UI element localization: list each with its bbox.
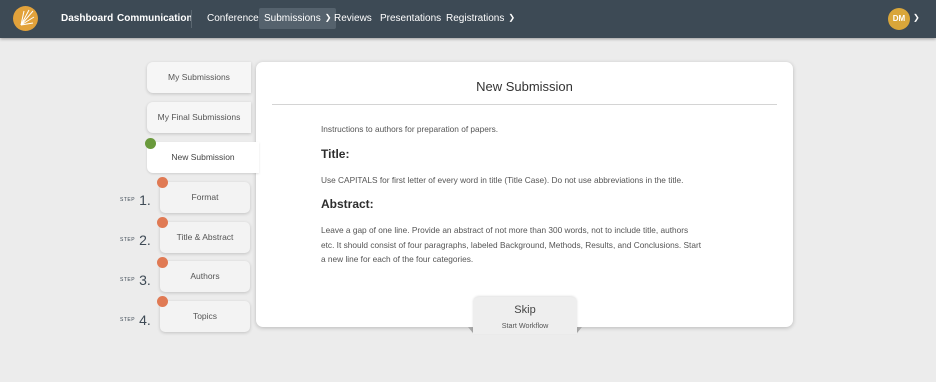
title-divider: [272, 104, 777, 105]
step-status-dot: [157, 296, 168, 307]
step-3-label: STEP 3.: [120, 271, 151, 288]
abstract-instructions-line-2: etc. It should consist of four paragraph…: [321, 240, 702, 250]
skip-button[interactable]: Skip Start Workflow: [473, 297, 577, 334]
abstract-instructions-line-1: Leave a gap of one line. Provide an abst…: [321, 225, 689, 235]
chevron-down-icon: ❯: [508, 13, 516, 22]
nav-communication[interactable]: Communication: [117, 8, 193, 29]
nav-conference[interactable]: Conference: [207, 8, 259, 29]
tab-my-final-submissions[interactable]: My Final Submissions: [147, 102, 251, 133]
step-authors[interactable]: Authors: [160, 261, 250, 292]
nav-submissions[interactable]: Submissions ❯: [259, 8, 337, 29]
abstract-instructions-line-3: a new line for each of the four categori…: [321, 254, 474, 264]
step-status-dot: [157, 217, 168, 228]
nav-registrations[interactable]: Registrations ❯: [446, 8, 515, 29]
avatar[interactable]: DM: [888, 8, 910, 30]
nav-presentations[interactable]: Presentations: [380, 8, 441, 29]
active-indicator-dot: [145, 138, 156, 149]
step-title-abstract[interactable]: Title & Abstract: [160, 222, 250, 253]
logo-icon[interactable]: [13, 6, 38, 31]
step-status-dot: [157, 177, 168, 188]
tab-new-submission[interactable]: New Submission: [147, 142, 259, 173]
step-topics[interactable]: Topics: [160, 301, 250, 332]
skip-fold-right: [577, 327, 582, 333]
step-status-dot: [157, 257, 168, 268]
skip-label: Skip: [514, 304, 536, 316]
step-2-label: STEP 2.: [120, 231, 151, 248]
nav-dashboard[interactable]: Dashboard: [61, 8, 113, 29]
step-1-label: STEP 1.: [120, 191, 151, 208]
skip-sublabel: Start Workflow: [501, 321, 549, 330]
nav-separator: [191, 10, 192, 28]
title-heading: Title:: [321, 147, 350, 161]
top-navbar: Dashboard Communication Conference Submi…: [0, 0, 936, 38]
abstract-heading: Abstract:: [321, 197, 374, 211]
submission-card: New Submission Instructions to authors f…: [256, 62, 793, 327]
page-title: New Submission: [476, 79, 573, 94]
instructions-intro: Instructions to authors for preparation …: [321, 124, 499, 134]
tab-my-submissions[interactable]: My Submissions: [147, 62, 251, 93]
step-4-label: STEP 4.: [120, 311, 151, 328]
step-format[interactable]: Format: [160, 182, 250, 213]
nav-submissions-label: Submissions: [264, 13, 321, 24]
chevron-down-icon: ❯: [324, 13, 332, 22]
chevron-down-icon[interactable]: ❯: [913, 13, 920, 22]
title-instructions: Use CAPITALS for first letter of every w…: [321, 175, 684, 185]
nav-reviews[interactable]: Reviews: [334, 8, 372, 29]
nav-registrations-label: Registrations: [446, 13, 505, 24]
